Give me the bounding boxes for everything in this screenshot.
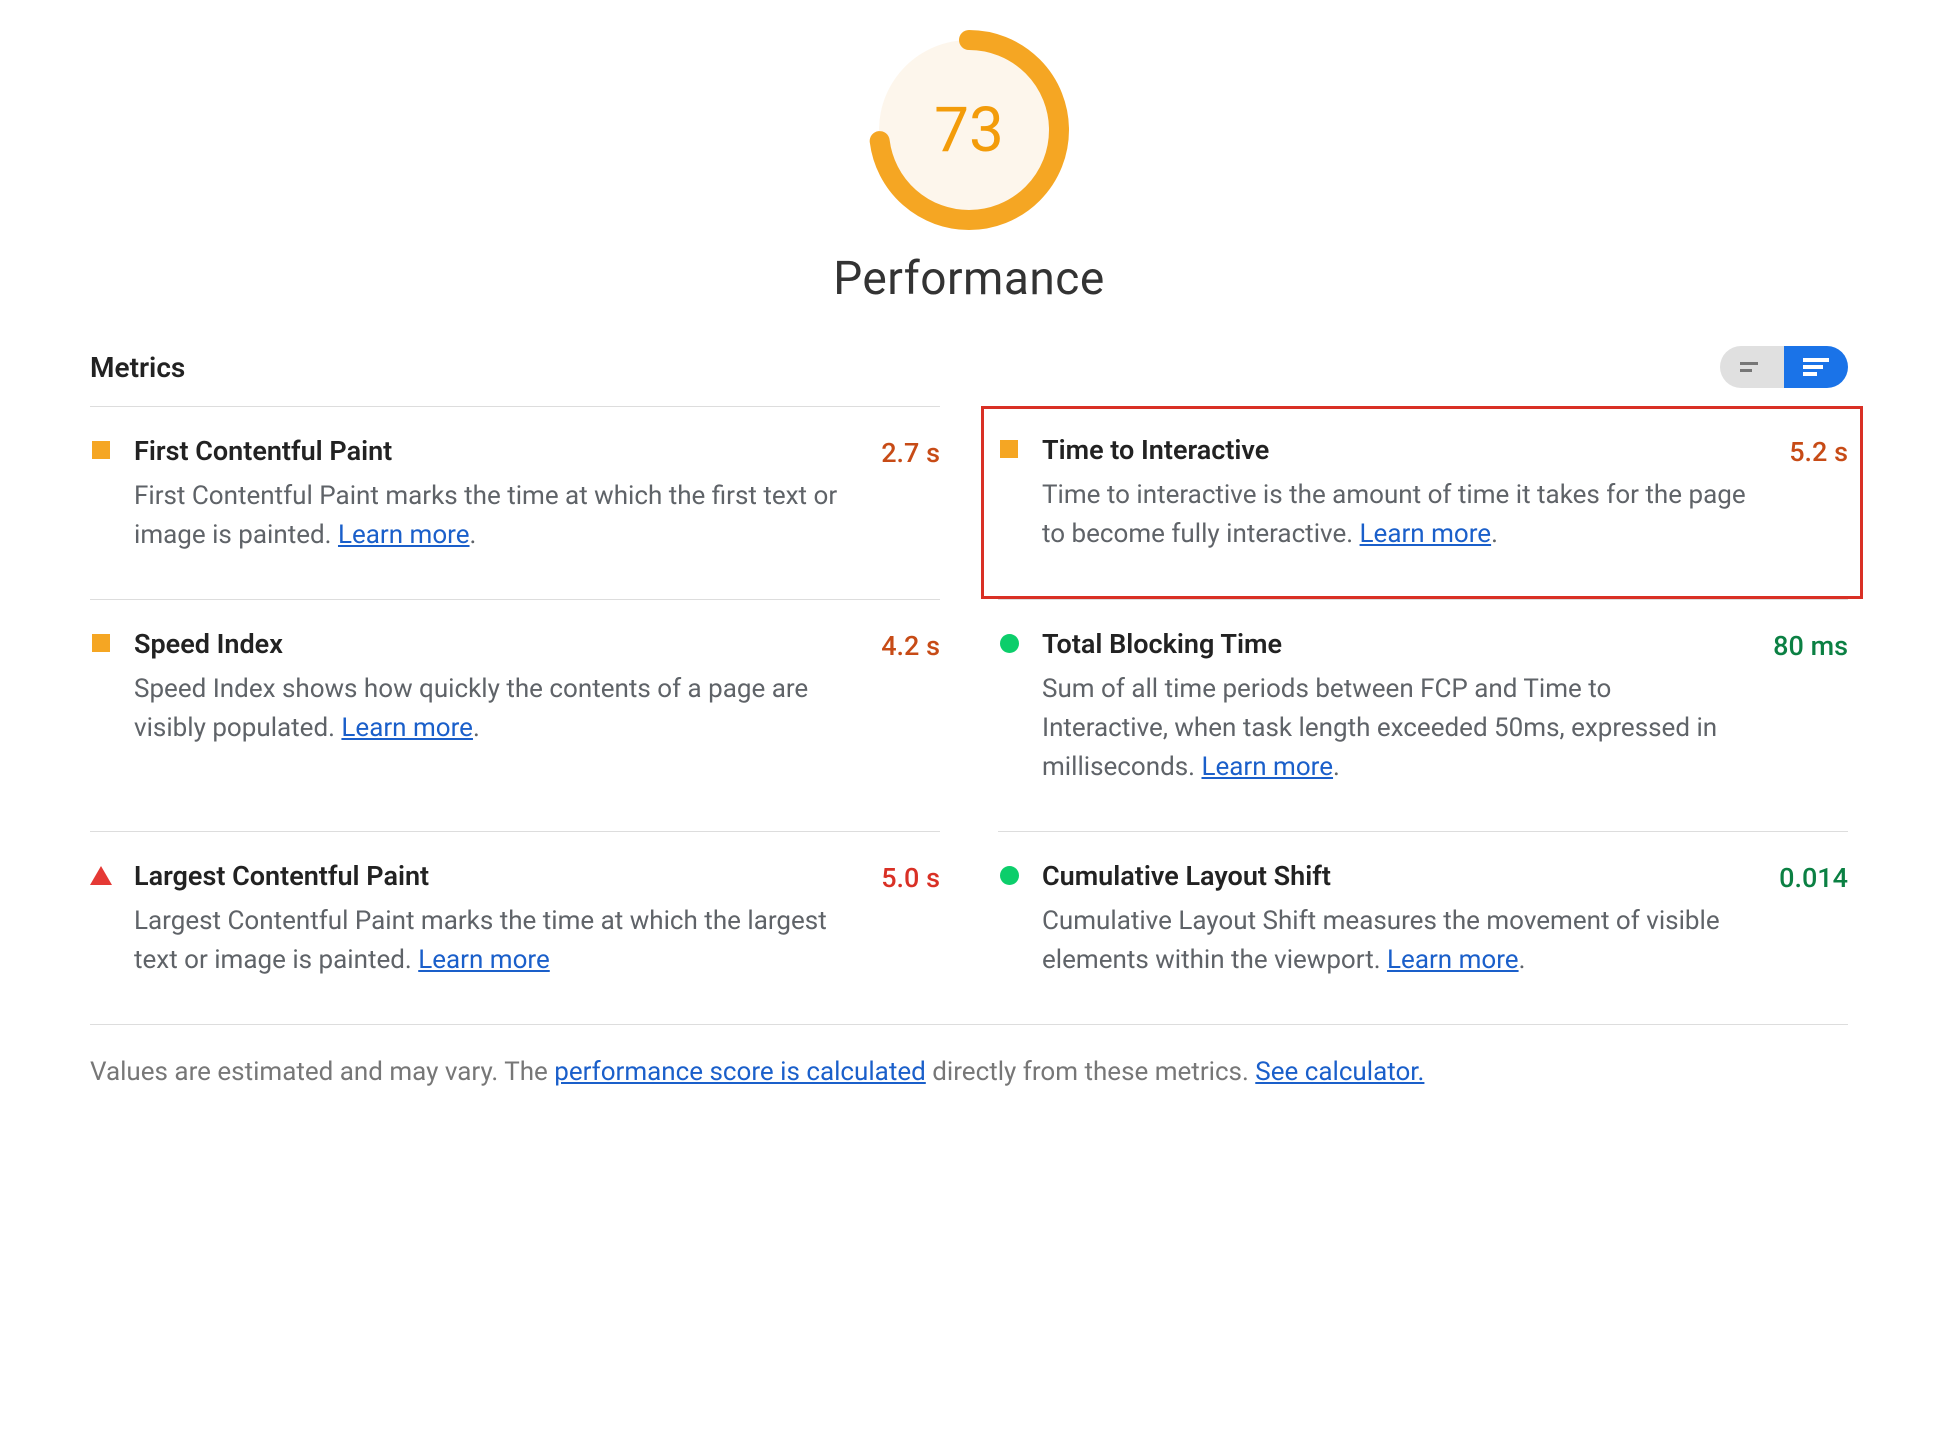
metric-name: Largest Contentful Paint — [134, 860, 847, 892]
metric-value: 80 ms — [1773, 630, 1848, 662]
metric-name: Speed Index — [134, 628, 847, 660]
metric-value: 2.7 s — [881, 437, 940, 469]
learn-more-link[interactable]: Learn more — [1387, 945, 1519, 975]
metric-description: Largest Contentful Paint marks the time … — [134, 902, 847, 980]
learn-more-link[interactable]: Learn more — [418, 945, 550, 975]
metrics-section-title: Metrics — [90, 351, 185, 384]
status-good-icon — [998, 866, 1020, 885]
learn-more-link[interactable]: Learn more — [341, 713, 473, 743]
metric-cls: Cumulative Layout Shift Cumulative Layou… — [998, 831, 1848, 1024]
status-average-icon — [90, 441, 112, 459]
view-toggle — [1720, 346, 1848, 388]
gauge-title: Performance — [833, 252, 1105, 306]
metric-lcp: Largest Contentful Paint Largest Content… — [90, 831, 940, 1024]
metric-speed-index: Speed Index Speed Index shows how quickl… — [90, 599, 940, 831]
view-expanded-button[interactable] — [1784, 346, 1848, 388]
see-calculator-link[interactable]: See calculator. — [1255, 1057, 1424, 1087]
metric-tti: Time to Interactive Time to interactive … — [981, 406, 1863, 599]
metric-description: First Contentful Paint marks the time at… — [134, 477, 847, 555]
metric-value: 5.2 s — [1789, 436, 1848, 468]
footnote: Values are estimated and may vary. The p… — [90, 1057, 1848, 1087]
metric-name: Cumulative Layout Shift — [1042, 860, 1745, 892]
performance-gauge: 73 Performance — [90, 30, 1848, 306]
metric-value: 5.0 s — [881, 862, 940, 894]
metric-name: Time to Interactive — [1042, 434, 1755, 466]
learn-more-link[interactable]: Learn more — [1360, 519, 1492, 549]
status-average-icon — [90, 634, 112, 652]
metric-tbt: Total Blocking Time Sum of all time peri… — [998, 599, 1848, 831]
status-poor-icon — [90, 866, 112, 885]
status-average-icon — [998, 440, 1020, 458]
metric-description: Time to interactive is the amount of tim… — [1042, 476, 1755, 554]
expanded-view-icon — [1803, 358, 1829, 376]
metric-description: Sum of all time periods between FCP and … — [1042, 670, 1739, 787]
metric-value: 4.2 s — [881, 630, 940, 662]
metric-value: 0.014 — [1779, 862, 1848, 894]
learn-more-link[interactable]: Learn more — [1201, 752, 1333, 782]
compact-view-icon — [1740, 360, 1764, 374]
learn-more-link[interactable]: Learn more — [338, 520, 470, 550]
performance-score-link[interactable]: performance score is calculated — [554, 1057, 926, 1087]
status-good-icon — [998, 634, 1020, 653]
view-compact-button[interactable] — [1720, 346, 1784, 388]
metric-name: Total Blocking Time — [1042, 628, 1739, 660]
metric-name: First Contentful Paint — [134, 435, 847, 467]
metric-description: Cumulative Layout Shift measures the mov… — [1042, 902, 1745, 980]
gauge-score: 73 — [869, 30, 1069, 230]
metric-description: Speed Index shows how quickly the conten… — [134, 670, 847, 748]
metric-fcp: First Contentful Paint First Contentful … — [90, 406, 940, 599]
